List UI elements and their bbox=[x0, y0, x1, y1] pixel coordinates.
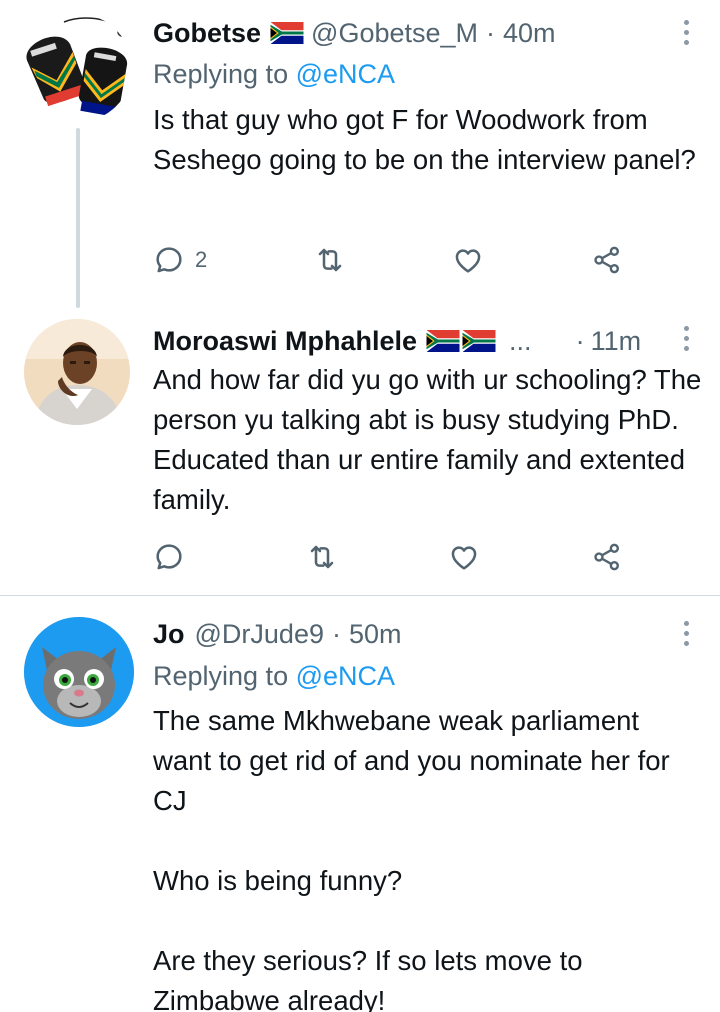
replying-prefix: Replying to bbox=[153, 59, 296, 89]
tweet-actions: 2 bbox=[153, 240, 623, 280]
replying-prefix: Replying to bbox=[153, 661, 296, 691]
reply-icon bbox=[153, 244, 185, 276]
reply-button[interactable] bbox=[153, 541, 195, 573]
display-name[interactable]: Jo bbox=[153, 617, 185, 651]
separator: · bbox=[575, 326, 585, 356]
avatar[interactable] bbox=[24, 617, 134, 727]
avatar[interactable] bbox=[24, 14, 132, 122]
more-options-icon[interactable] bbox=[682, 323, 690, 353]
heart-icon bbox=[448, 541, 480, 573]
boxing-gloves-avatar-icon bbox=[26, 17, 128, 117]
tweet-text: Is that guy who got F for Woodwork from … bbox=[153, 104, 696, 175]
like-button[interactable] bbox=[452, 244, 484, 276]
tweet-header: Moroaswi Mphahlele ... · 11m bbox=[153, 324, 700, 358]
more-options-icon[interactable] bbox=[682, 17, 690, 47]
tweet-header: Jo @DrJude9 · 50m bbox=[153, 617, 700, 651]
user-handle-truncated[interactable]: ... bbox=[509, 324, 532, 358]
south-africa-flag-icon bbox=[461, 330, 497, 352]
share-button[interactable] bbox=[591, 541, 623, 573]
reply-count: 2 bbox=[195, 247, 208, 272]
avatar[interactable] bbox=[24, 319, 130, 425]
tweet-moroaswi[interactable]: Moroaswi Mphahlele ... · 11m And how far… bbox=[0, 300, 720, 596]
retweet-icon bbox=[306, 541, 338, 573]
reply-icon bbox=[153, 541, 185, 573]
thread-line bbox=[76, 128, 80, 308]
share-button[interactable] bbox=[591, 244, 623, 276]
separator: · bbox=[486, 18, 496, 48]
retweet-button[interactable] bbox=[306, 541, 338, 573]
like-button[interactable] bbox=[448, 541, 480, 573]
user-handle[interactable]: @DrJude9 bbox=[195, 617, 324, 651]
tweet-text: The same Mkhwebane weak parliament want … bbox=[153, 705, 670, 1012]
man-portrait-avatar-icon bbox=[24, 319, 130, 425]
retweet-icon bbox=[314, 244, 346, 276]
timestamp[interactable]: 50m bbox=[349, 617, 402, 651]
replying-to: Replying to @eNCA bbox=[153, 659, 395, 693]
share-icon bbox=[591, 541, 623, 573]
tweet-text: And how far did yu go with ur schooling?… bbox=[153, 364, 709, 515]
display-name[interactable]: Gobetse bbox=[153, 16, 261, 50]
south-africa-flag-icon bbox=[269, 22, 305, 44]
reply-button[interactable]: 2 bbox=[153, 244, 207, 276]
replying-to: Replying to @eNCA bbox=[153, 57, 395, 91]
tweet-gobetse[interactable]: Gobetse @Gobetse_M · 40m Replying to @eN… bbox=[0, 0, 720, 308]
more-options-icon[interactable] bbox=[682, 618, 690, 648]
tweet-header: Gobetse @Gobetse_M · 40m bbox=[153, 16, 700, 50]
replying-to-link[interactable]: @eNCA bbox=[296, 59, 395, 89]
tweet-jo[interactable]: Jo @DrJude9 · 50m Replying to @eNCA The … bbox=[0, 597, 720, 1012]
retweet-button[interactable] bbox=[314, 244, 346, 276]
share-icon bbox=[591, 244, 623, 276]
cat-avatar-icon bbox=[24, 617, 134, 727]
timestamp[interactable]: 11m bbox=[591, 324, 642, 358]
separator: · bbox=[331, 619, 341, 649]
display-name[interactable]: Moroaswi Mphahlele bbox=[153, 324, 417, 358]
timestamp[interactable]: 40m bbox=[503, 16, 556, 50]
heart-icon bbox=[452, 244, 484, 276]
south-africa-flag-icon bbox=[425, 330, 461, 352]
tweet-actions bbox=[153, 537, 623, 577]
user-handle[interactable]: @Gobetse_M bbox=[311, 16, 478, 50]
replying-to-link[interactable]: @eNCA bbox=[296, 661, 395, 691]
